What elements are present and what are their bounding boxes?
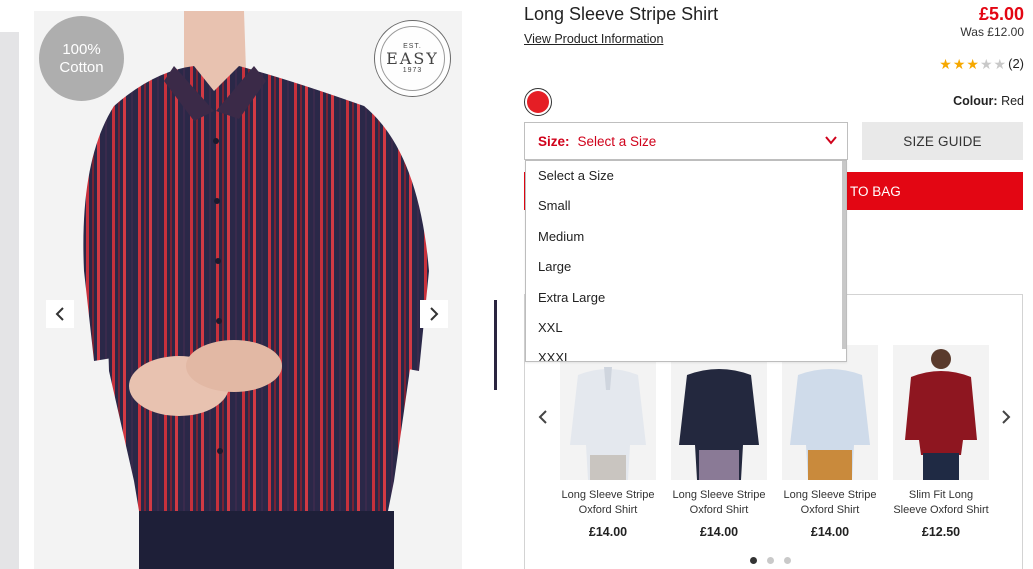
swatch-dot — [527, 91, 549, 113]
chevron-left-icon — [538, 410, 547, 424]
recommendation-name[interactable]: Long Sleeve Stripe Oxford Shirt — [560, 488, 656, 518]
star-empty-icon: ★ — [979, 55, 993, 72]
logo-word: EASY — [386, 49, 439, 68]
add-to-bag-label: TO BAG — [850, 183, 901, 199]
star-filled-icon: ★ — [952, 55, 966, 72]
was-price: Was £12.00 — [960, 25, 1024, 39]
carousel-dot[interactable] — [784, 557, 791, 564]
recommendation-image[interactable] — [671, 345, 767, 480]
recommendation-price: £12.50 — [921, 525, 961, 539]
recommendation-image[interactable] — [782, 345, 878, 480]
review-count: (2) — [1008, 56, 1024, 71]
size-option[interactable]: Select a Size — [526, 161, 846, 191]
cotton-badge: 100% Cotton — [39, 16, 124, 101]
recommendation-name[interactable]: Long Sleeve Stripe Oxford Shirt — [671, 488, 767, 518]
cotton-badge-percent: 100% — [62, 40, 101, 58]
recommendation-name[interactable]: Slim Fit Long Sleeve Oxford Shirt — [893, 488, 989, 518]
chevron-left-icon — [55, 307, 64, 321]
logo-year: 1973 — [402, 67, 423, 74]
recommendations-prev-button[interactable] — [536, 410, 550, 429]
recommendation-card[interactable]: Long Sleeve Stripe Oxford Shirt £14.00 — [782, 345, 878, 539]
size-select-value: Select a Size — [577, 133, 657, 149]
view-product-information-link[interactable]: View Product Information — [524, 32, 663, 46]
size-option[interactable]: Medium — [526, 222, 846, 252]
size-select-label: Size: — [538, 133, 570, 149]
chevron-right-icon — [430, 307, 439, 321]
current-price: £5.00 — [978, 4, 1024, 24]
colour-label: Colour: — [953, 94, 998, 108]
size-option[interactable]: Extra Large — [526, 283, 846, 313]
size-guide-button[interactable]: SIZE GUIDE — [862, 122, 1023, 160]
next-image-peek — [494, 300, 500, 390]
previous-image-peek — [0, 32, 19, 569]
size-dropdown-list[interactable]: Select a Size Small Medium Large Extra L… — [525, 160, 847, 362]
size-option[interactable]: Small — [526, 191, 846, 221]
colour-value: Red — [1001, 94, 1024, 108]
chevron-down-icon — [825, 136, 837, 145]
product-gallery: 100% Cotton EST. EASY 1973 — [0, 0, 500, 569]
gallery-prev-button[interactable] — [46, 300, 74, 328]
recommendation-name[interactable]: Long Sleeve Stripe Oxford Shirt — [782, 488, 878, 518]
carousel-dot[interactable] — [767, 557, 774, 564]
star-filled-icon: ★ — [939, 55, 952, 72]
colour-indicator: Colour: Red — [953, 94, 1024, 108]
easy-brand-logo: EST. EASY 1973 — [374, 20, 451, 97]
size-option[interactable]: XXL — [526, 313, 846, 343]
carousel-dot-active[interactable] — [750, 557, 757, 564]
gallery-next-button[interactable] — [420, 300, 448, 328]
dropdown-scrollbar[interactable] — [842, 161, 846, 349]
star-filled-icon: ★ — [966, 55, 979, 72]
product-title: Long Sleeve Stripe Shirt — [524, 4, 719, 24]
recommendation-price: £14.00 — [588, 525, 628, 539]
star-empty-icon: ★ — [993, 55, 1007, 72]
cotton-badge-label: Cotton — [59, 58, 104, 76]
recommendation-price: £14.00 — [810, 525, 850, 539]
recommendation-price: £14.00 — [699, 525, 739, 539]
carousel-pagination — [750, 557, 791, 564]
recommendation-card[interactable]: Long Sleeve Stripe Oxford Shirt £14.00 — [671, 345, 767, 539]
chevron-right-icon — [1002, 410, 1011, 424]
recommendation-image[interactable] — [893, 345, 989, 480]
size-option[interactable]: XXXL — [526, 343, 846, 361]
size-select[interactable]: Size: Select a Size — [524, 122, 848, 160]
colour-swatch-red[interactable] — [524, 88, 552, 116]
recommendation-card[interactable]: Slim Fit Long Sleeve Oxford Shirt £12.50 — [893, 345, 989, 539]
recommendations-next-button[interactable] — [999, 410, 1013, 429]
recommendation-card[interactable]: Long Sleeve Stripe Oxford Shirt £14.00 — [560, 345, 656, 539]
size-option[interactable]: Large — [526, 252, 846, 282]
recommendation-image[interactable] — [560, 345, 656, 480]
star-rating[interactable]: ★ ★ ★ ★ ★ (2) — [938, 56, 1024, 71]
